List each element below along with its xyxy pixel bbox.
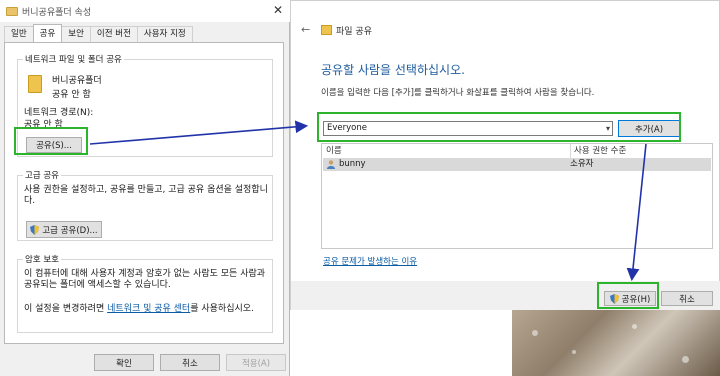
network-sharing-group: 네트워크 파일 및 폴더 공유 버니공유폴더 공유 안 함 네트워크 경로(N)… <box>17 53 273 157</box>
tab-customize[interactable]: 사용자 지정 <box>136 26 193 42</box>
advanced-sharing-legend: 고급 공유 <box>25 171 59 181</box>
choose-people-heading: 공유할 사람을 선택하십시오. <box>321 63 465 77</box>
tab-general[interactable]: 일반 <box>4 26 34 42</box>
background-photo <box>512 310 720 376</box>
uac-shield-icon <box>30 224 40 235</box>
sharing-trouble-link[interactable]: 공유 문제가 발생하는 이유 <box>323 255 417 267</box>
network-sharing-center-link[interactable]: 네트워크 및 공유 센터 <box>107 304 190 314</box>
list-item[interactable]: bunny 소유자 <box>323 158 711 171</box>
tab-previous-versions[interactable]: 이전 버전 <box>89 26 138 42</box>
password-protection-desc: 이 컴퓨터에 대해 사용자 계정과 암호가 없는 사람도 모든 사람과 공유되는… <box>24 269 266 290</box>
advanced-sharing-desc: 사용 권한을 설정하고, 공유를 만들고, 고급 공유 옵션을 설정합니다. <box>24 185 268 206</box>
tab-sharing[interactable]: 공유 <box>32 24 63 42</box>
ok-button[interactable]: 확인 <box>94 354 154 371</box>
network-sharing-legend: 네트워크 파일 및 폴더 공유 <box>25 55 122 65</box>
properties-dialog: 버니공유폴더 속성 ✕ 일반 공유 보안 이전 버전 사용자 지정 네트워크 파… <box>0 0 290 376</box>
share-status: 공유 안 함 <box>52 90 91 100</box>
tab-strip: 일반 공유 보안 이전 버전 사용자 지정 <box>4 24 193 42</box>
password-protection-legend: 암호 보호 <box>25 255 59 265</box>
chevron-down-icon[interactable]: ▾ <box>606 122 610 135</box>
user-name: bunny <box>339 159 366 169</box>
file-sharing-dialog: ← 파일 공유 공유할 사람을 선택하십시오. 이름을 입력한 다음 [추가]를… <box>290 0 720 311</box>
desktop-background <box>290 310 512 376</box>
people-list: 이름 사용 권한 수준 bunny 소유자 <box>321 143 713 249</box>
network-path-value: 공유 안 함 <box>24 120 63 130</box>
choose-people-desc: 이름을 입력한 다음 [추가]를 클릭하거나 화살표를 클릭하여 사람을 찾습니… <box>321 88 595 98</box>
column-separator <box>570 144 571 158</box>
cancel-button[interactable]: 취소 <box>160 354 220 371</box>
tab-security[interactable]: 보안 <box>61 26 91 42</box>
folder-name: 버니공유폴더 <box>52 76 102 86</box>
close-icon[interactable]: ✕ <box>273 3 283 17</box>
advanced-sharing-button[interactable]: 고급 공유(D)... <box>26 221 102 238</box>
column-permission-level[interactable]: 사용 권한 수준 <box>574 144 626 158</box>
file-sharing-icon <box>321 25 332 35</box>
file-sharing-title: 파일 공유 <box>336 27 372 37</box>
user-icon <box>327 160 335 169</box>
permission-level[interactable]: 소유자 <box>570 158 593 171</box>
share-confirm-label: 공유(H) <box>621 294 651 305</box>
shared-folder-icon <box>28 75 42 93</box>
advanced-sharing-group: 고급 공유 사용 권한을 설정하고, 공유를 만들고, 고급 공유 옵션을 설정… <box>17 169 273 241</box>
add-button[interactable]: 추가(A) <box>618 120 680 137</box>
advanced-sharing-button-label: 고급 공유(D)... <box>42 225 98 236</box>
change-setting-suffix: 를 사용하십시오. <box>190 304 254 314</box>
sharing-tab-panel: 네트워크 파일 및 폴더 공유 버니공유폴더 공유 안 함 네트워크 경로(N)… <box>4 42 284 344</box>
properties-title-bar: 버니공유폴더 속성 <box>0 0 290 22</box>
share-cancel-button[interactable]: 취소 <box>661 291 713 306</box>
change-setting-text: 이 설정을 변경하려면 네트워크 및 공유 센터를 사용하십시오. <box>24 301 254 314</box>
uac-shield-icon <box>609 293 619 304</box>
password-protection-group: 암호 보호 이 컴퓨터에 대해 사용자 계정과 암호가 없는 사람도 모든 사람… <box>17 253 273 333</box>
change-setting-prefix: 이 설정을 변경하려면 <box>24 304 108 314</box>
column-name[interactable]: 이름 <box>326 144 342 158</box>
folder-icon <box>6 6 18 16</box>
people-input[interactable]: Everyone ▾ <box>323 121 613 136</box>
share-confirm-button[interactable]: 공유(H) <box>604 291 656 306</box>
properties-title: 버니공유폴더 속성 <box>22 7 92 18</box>
people-input-value: Everyone <box>327 123 367 133</box>
share-button[interactable]: 공유(S)... <box>26 137 82 153</box>
back-arrow-icon[interactable]: ← <box>301 23 310 36</box>
apply-button[interactable]: 적용(A) <box>226 354 286 371</box>
